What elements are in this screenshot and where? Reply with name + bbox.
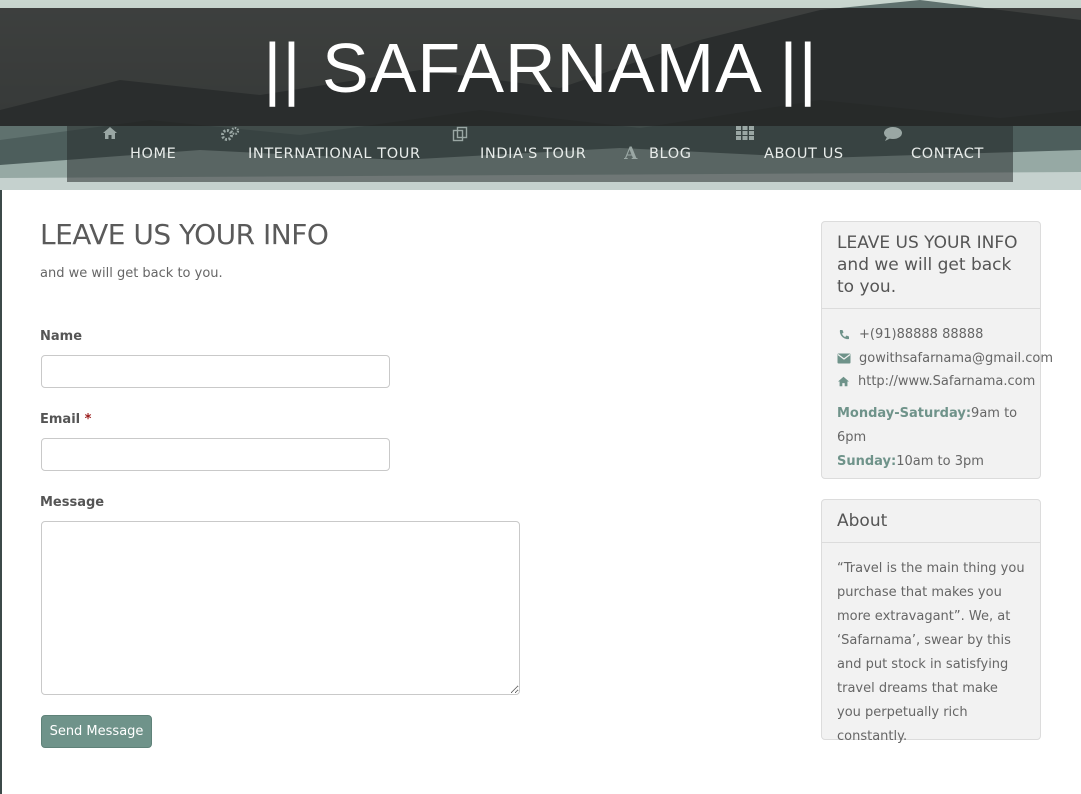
email-line: gowithsafarnama@gmail.com [837,347,1053,371]
opening-hours: Monday-Saturday:9am to 6pm Sunday:10am t… [837,402,1025,474]
nav-label-indias-tour: INDIA'S TOUR [480,146,587,162]
hours-row-sunday: Sunday:10am to 3pm [837,450,1025,474]
hours-row-weekdays: Monday-Saturday:9am to 6pm [837,402,1025,450]
envelope-icon [837,353,851,364]
message-textarea[interactable] [41,521,520,695]
nav-label-international-tour: INTERNATIONAL TOUR [248,146,421,162]
email-label: Email * [40,412,91,427]
page-edge [0,190,2,794]
home-icon [837,376,850,387]
hours-time: 10am to 3pm [896,453,984,469]
main-nav: HOME INTERNATIONAL TOUR INDIA'S TOUR A B… [67,126,1013,182]
website-line: http://www.Safarnama.com [837,370,1035,394]
email-label-text: Email [40,412,81,427]
nav-item-home[interactable]: HOME [102,126,176,182]
hours-days: Sunday: [837,453,897,469]
required-marker: * [84,412,92,427]
phone-icon [837,329,851,341]
name-input[interactable] [41,355,390,388]
form-title: LEAVE US YOUR INFO [40,218,329,251]
nav-label-contact: CONTACT [911,146,984,162]
phone-text: +(91)88888 88888 [859,327,984,343]
nav-label-blog: BLOG [649,146,692,162]
name-label: Name [40,329,83,344]
website-link[interactable]: http://www.Safarnama.com [858,374,1035,389]
nav-item-blog[interactable]: A BLOG [621,126,692,182]
contact-info-panel: LEAVE US YOUR INFO and we will get back … [821,221,1053,479]
about-panel: About “Travel is the main thing you purc… [821,499,1041,744]
nav-item-about-us[interactable]: ABOUT US [736,126,844,182]
site-title: || SAFARNAMA || [263,29,818,107]
about-panel-heading: About [822,500,1040,543]
form-subtitle: and we will get back to you. [40,266,223,281]
email-text[interactable]: gowithsafarnama@gmail.com [859,351,1053,366]
nav-item-international-tour[interactable]: INTERNATIONAL TOUR [220,126,421,182]
contact-panel-heading: LEAVE US YOUR INFO and we will get back … [822,222,1040,309]
nav-item-contact[interactable]: CONTACT [883,126,984,182]
message-label: Message [40,495,105,510]
font-icon: A [624,144,638,164]
phone-line: +(91)88888 88888 [837,323,1025,347]
header-banner: || SAFARNAMA || HOME INTERNATIONAL TOUR … [0,0,1081,190]
hours-days: Monday-Saturday: [837,405,972,421]
nav-label-home: HOME [130,146,177,162]
nav-label-about-us: ABOUT US [764,146,844,162]
email-input[interactable] [41,438,390,471]
nav-item-indias-tour[interactable]: INDIA'S TOUR [452,126,586,182]
about-text: “Travel is the main thing you purchase t… [837,561,1025,744]
send-message-button[interactable]: Send Message [41,715,152,748]
contact-panel-body: +(91)88888 88888 gowithsafarnama@gmail.c… [822,309,1053,488]
